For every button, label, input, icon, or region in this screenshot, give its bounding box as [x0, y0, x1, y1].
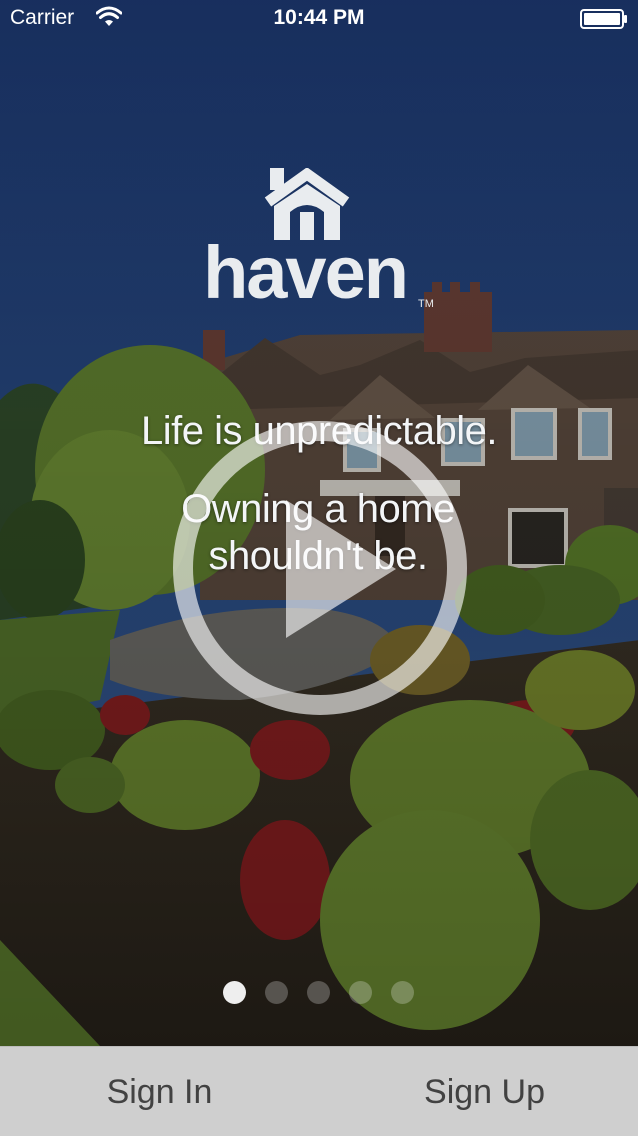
battery-icon [580, 9, 628, 29]
trademark-label: TM [418, 298, 434, 310]
status-bar: Carrier 10:44 PM [0, 0, 638, 38]
page-dot-3[interactable] [307, 981, 330, 1004]
sign-up-button[interactable]: Sign Up [319, 1047, 638, 1136]
page-dot-2[interactable] [265, 981, 288, 1004]
play-icon [173, 421, 467, 715]
sign-in-button[interactable]: Sign In [0, 1047, 319, 1136]
page-dot-5[interactable] [391, 981, 414, 1004]
page-indicator[interactable] [223, 981, 423, 1004]
brand-wordmark: haven [203, 231, 409, 314]
auth-action-bar: Sign In Sign Up [0, 1046, 638, 1136]
status-time: 10:44 PM [273, 6, 365, 29]
page-dot-4[interactable] [349, 981, 372, 1004]
play-video-button[interactable] [170, 418, 470, 718]
page-dot-1[interactable] [223, 981, 246, 1004]
